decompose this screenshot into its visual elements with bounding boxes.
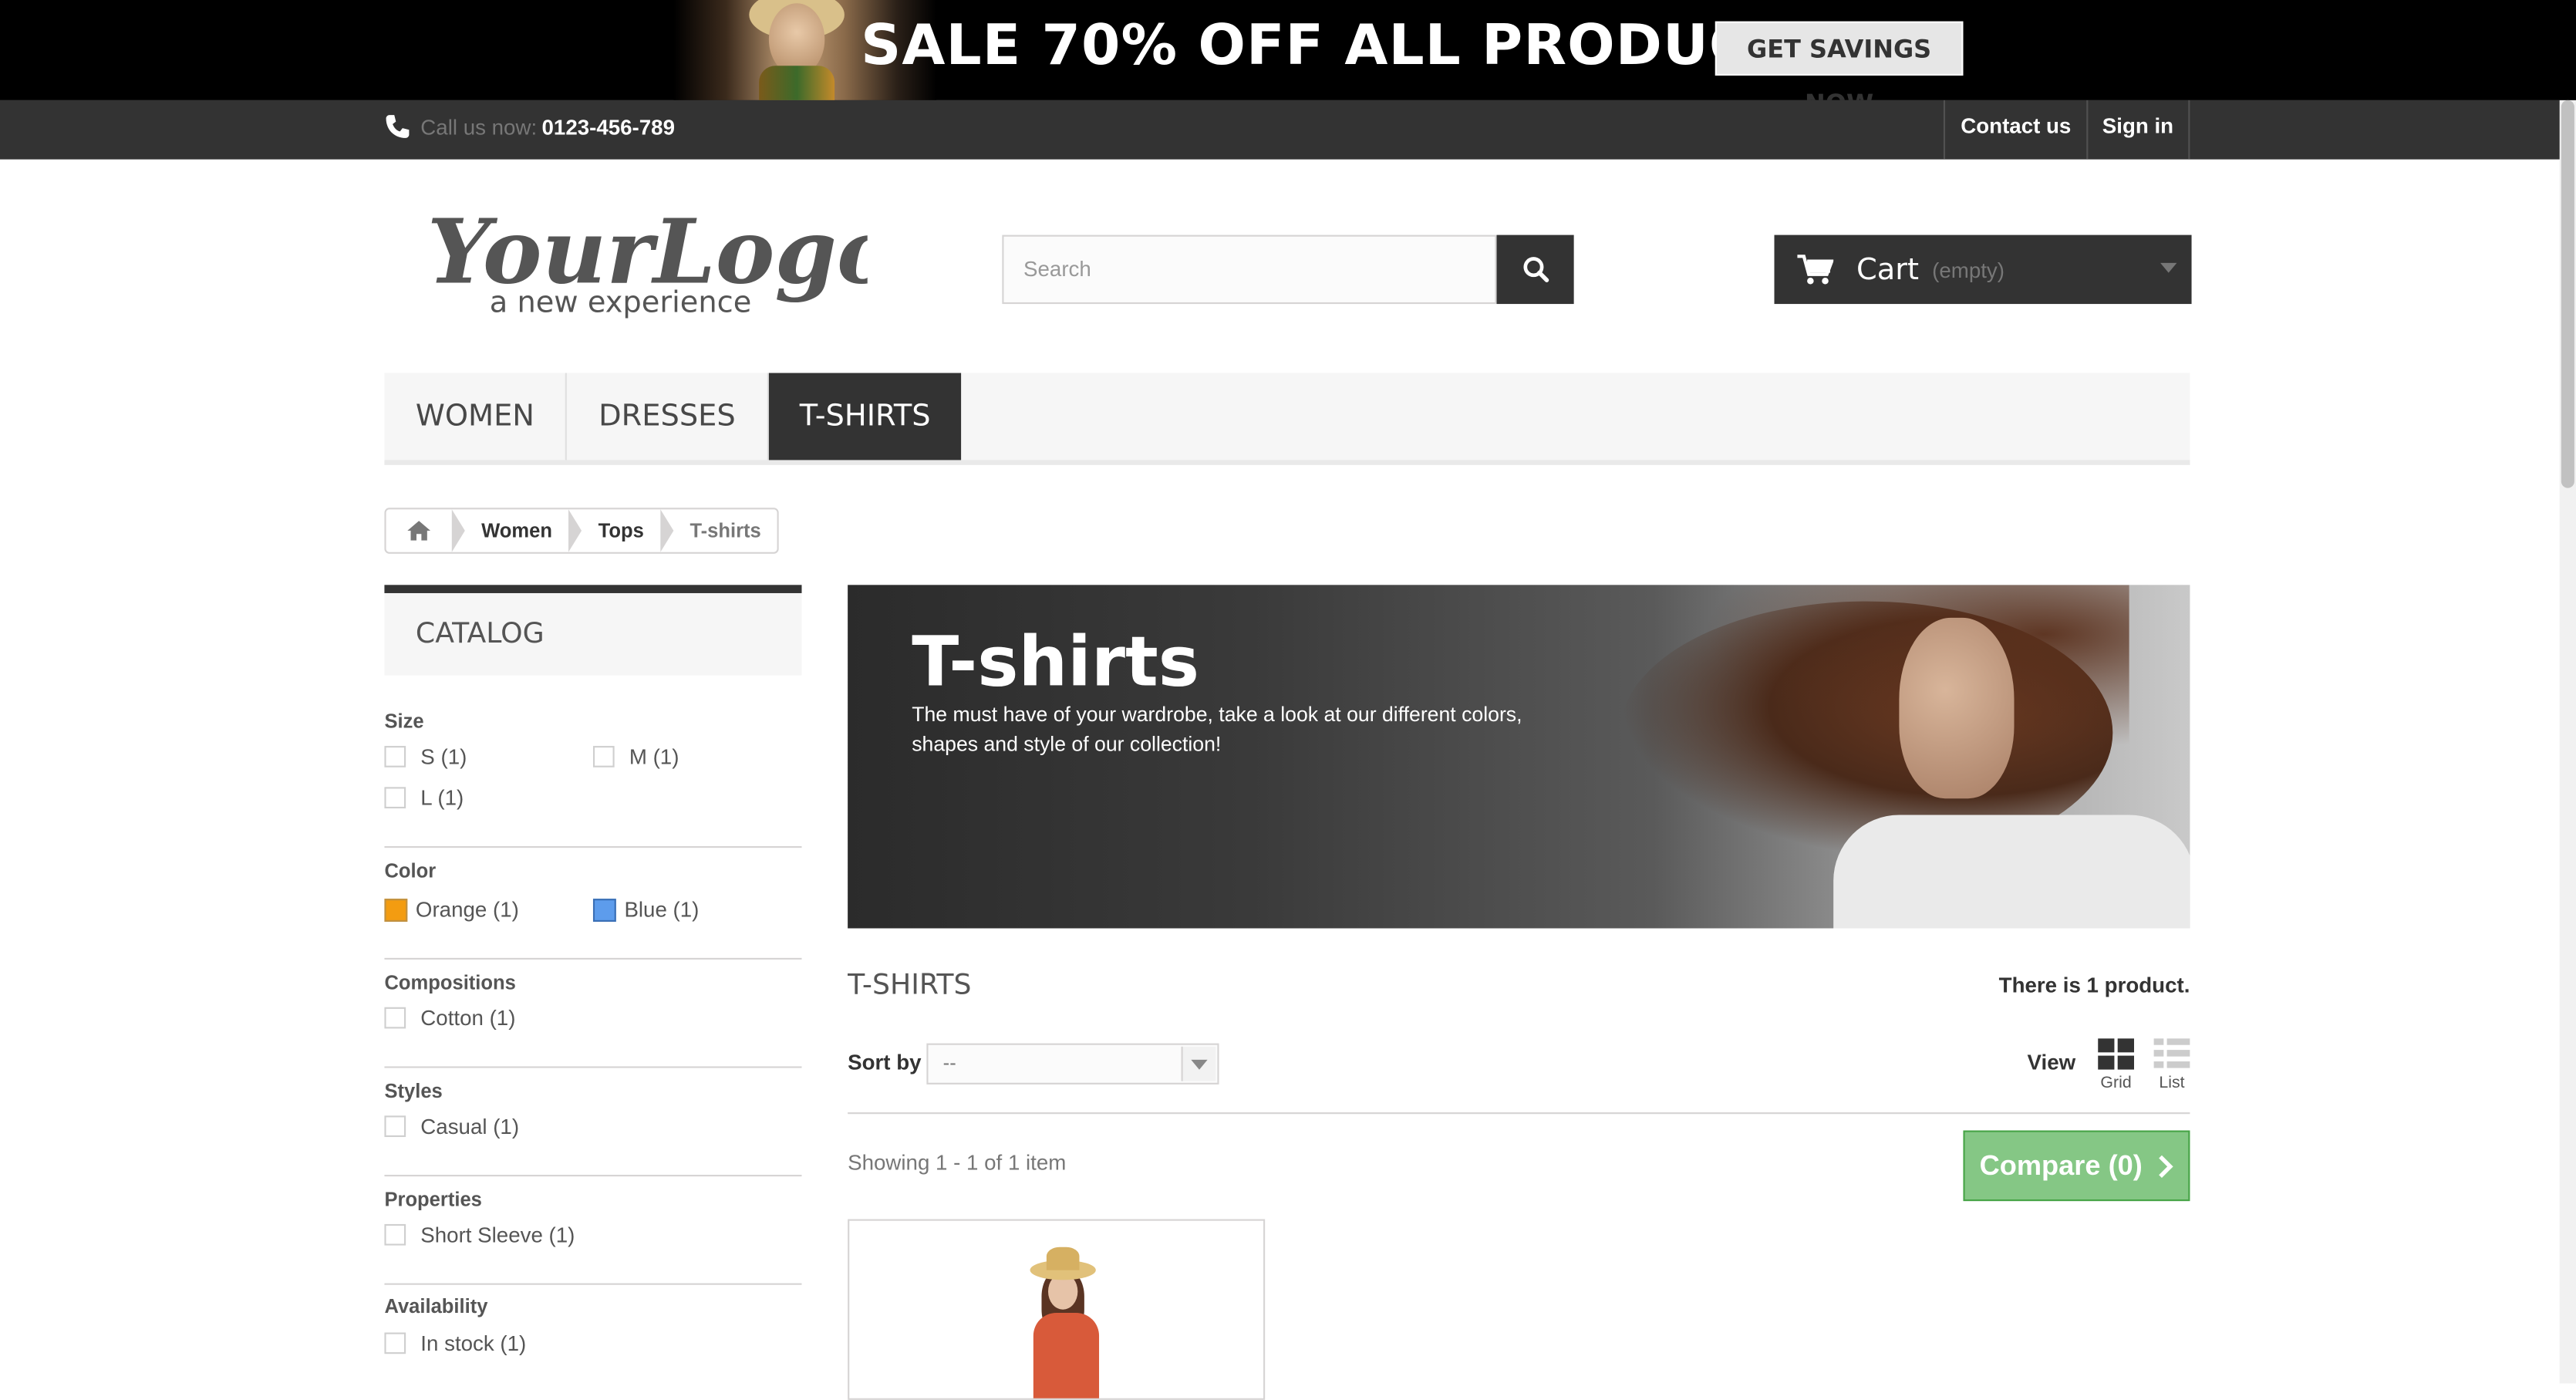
breadcrumb-home[interactable]: [386, 509, 452, 552]
facet-availability-title: Availability: [384, 1294, 488, 1318]
color-orange-label: Orange (1): [415, 897, 519, 922]
menu-item-tshirts[interactable]: T-SHIRTS: [768, 373, 963, 460]
phone-info: Call us now: 0123-456-789: [384, 113, 675, 140]
showing-text: Showing 1 - 1 of 1 item: [848, 1150, 1067, 1176]
checkbox[interactable]: [384, 1007, 406, 1029]
sign-in-link[interactable]: Sign in: [2085, 100, 2190, 160]
size-s-label: S (1): [420, 744, 467, 769]
short-sleeve-label: Short Sleeve (1): [420, 1222, 575, 1247]
cart-icon: [1797, 254, 1834, 284]
product-card[interactable]: [848, 1219, 1266, 1400]
chevron-right-icon: [2159, 1154, 2173, 1177]
compare-label: Compare (0): [1979, 1149, 2143, 1181]
orange-swatch[interactable]: [384, 898, 408, 921]
color-blue-label: Blue (1): [624, 897, 700, 922]
listing-title: T-SHIRTS: [848, 969, 972, 1003]
in-stock-option[interactable]: In stock (1): [384, 1331, 526, 1355]
checkbox[interactable]: [592, 746, 615, 767]
checkbox[interactable]: [384, 787, 406, 809]
casual-option[interactable]: Casual (1): [384, 1114, 519, 1139]
facet-properties-title: Properties: [384, 1188, 482, 1211]
divider: [384, 1283, 802, 1285]
breadcrumb-women[interactable]: Women: [465, 509, 568, 552]
sort-select[interactable]: --: [926, 1043, 1219, 1085]
search-button[interactable]: [1496, 234, 1574, 305]
search-input[interactable]: Search: [1002, 234, 1497, 305]
facet-styles-title: Styles: [384, 1079, 443, 1103]
phone-number: 0123-456-789: [541, 114, 676, 139]
checkbox[interactable]: [384, 1332, 406, 1354]
short-sleeve-option[interactable]: Short Sleeve (1): [384, 1223, 575, 1247]
divider: [384, 1175, 802, 1177]
cotton-option[interactable]: Cotton (1): [384, 1006, 515, 1031]
main-menu: WOMEN DRESSES T-SHIRTS: [384, 373, 2190, 465]
color-blue-option[interactable]: Blue (1): [592, 897, 700, 922]
grid-view-button[interactable]: Grid: [2098, 1038, 2134, 1093]
grid-icon: [2098, 1038, 2134, 1070]
category-description: The must have of your wardrobe, take a l…: [912, 703, 1522, 756]
logo-tagline: a new experience: [490, 285, 752, 320]
top-links: Contact us Sign in: [1944, 100, 2190, 160]
cotton-label: Cotton (1): [420, 1005, 516, 1031]
size-m-label: M (1): [629, 744, 679, 769]
phone-icon: [386, 115, 410, 138]
chevron-down-icon: [1191, 1059, 1208, 1070]
breadcrumb-current: T-shirts: [690, 519, 761, 542]
view-label: View: [2027, 1050, 2076, 1075]
get-savings-button[interactable]: GET SAVINGS NOW: [1715, 21, 1964, 100]
divider: [384, 957, 802, 960]
sort-dropdown-button[interactable]: [1181, 1046, 1216, 1081]
scrollbar-thumb[interactable]: [2561, 100, 2574, 488]
category-title: T-shirts: [912, 621, 1199, 702]
size-l-option[interactable]: L (1): [384, 785, 464, 810]
catalog-heading: CATALOG: [384, 585, 802, 676]
promo-banner[interactable]: SALE 70% OFF ALL PRODUCTS GET SAVINGS NO…: [0, 0, 2576, 100]
banner-headline: SALE 70% OFF ALL PRODUCTS: [861, 13, 1831, 79]
blue-swatch[interactable]: [592, 898, 616, 921]
divider: [384, 1066, 802, 1068]
sort-by-label: Sort by: [848, 1050, 922, 1075]
divider: [848, 1112, 2190, 1115]
list-view-button[interactable]: List: [2153, 1038, 2190, 1093]
contact-us-link[interactable]: Contact us: [1944, 100, 2086, 160]
cart-label: Cart: [1856, 251, 1920, 287]
breadcrumb: Women Tops T-shirts: [384, 508, 780, 554]
size-s-option[interactable]: S (1): [384, 744, 467, 769]
home-icon: [407, 521, 431, 541]
list-view-label: List: [2159, 1074, 2185, 1093]
color-orange-option[interactable]: Orange (1): [384, 897, 519, 922]
facet-color-title: Color: [384, 859, 437, 882]
casual-label: Casual (1): [420, 1114, 520, 1139]
call-us-label: Call us now:: [420, 114, 538, 139]
size-m-option[interactable]: M (1): [592, 744, 679, 769]
breadcrumb-tops[interactable]: Tops: [582, 509, 660, 552]
list-icon: [2153, 1038, 2190, 1068]
chevron-down-icon: [2160, 262, 2177, 273]
size-l-label: L (1): [420, 785, 464, 811]
top-bar: Call us now: 0123-456-789 Contact us Sig…: [0, 100, 2576, 160]
checkbox[interactable]: [384, 746, 406, 767]
compare-button[interactable]: Compare (0): [1963, 1130, 2190, 1202]
page-scrollbar[interactable]: [2559, 100, 2576, 1384]
sort-select-value: --: [942, 1051, 956, 1075]
facet-compositions-title: Compositions: [384, 970, 516, 994]
search-icon: [1522, 257, 1549, 282]
store-logo[interactable]: YourLogo a new experience: [424, 192, 868, 323]
grid-view-label: Grid: [2100, 1074, 2132, 1093]
menu-item-dresses[interactable]: DRESSES: [568, 373, 769, 460]
checkbox[interactable]: [384, 1223, 406, 1246]
cart-status: (empty): [1932, 257, 2004, 282]
cart-button[interactable]: Cart (empty): [1774, 234, 2192, 305]
checkbox[interactable]: [384, 1115, 406, 1138]
category-hero: T-shirts The must have of your wardrobe,…: [848, 585, 2190, 929]
in-stock-label: In stock (1): [420, 1331, 527, 1356]
menu-item-women[interactable]: WOMEN: [384, 373, 568, 460]
product-count: There is 1 product.: [1998, 973, 2190, 997]
divider: [384, 846, 802, 848]
facet-size-title: Size: [384, 710, 424, 734]
